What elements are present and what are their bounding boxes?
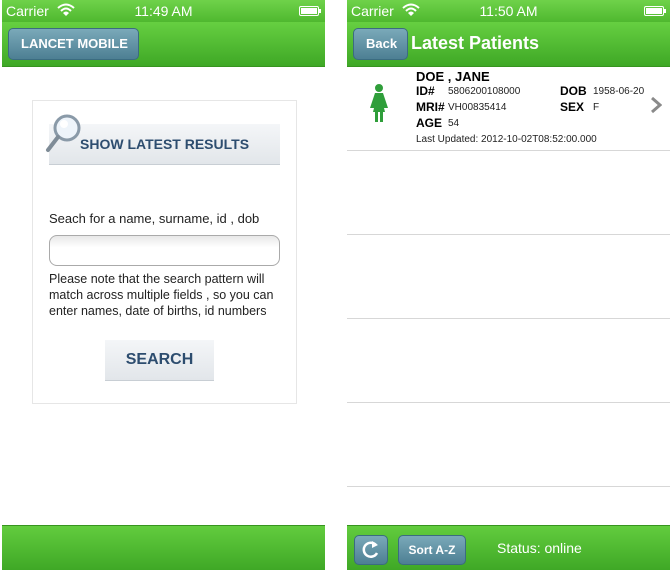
patient-row[interactable]: DOE , JANE ID# 5806200108000 DOB 1958-06…	[347, 66, 670, 151]
sex-value: F	[593, 102, 600, 113]
list-item	[347, 150, 670, 235]
chevron-right-icon	[651, 96, 662, 114]
clock-label: 11:50 AM	[479, 3, 538, 19]
search-screen: Carrier 11:49 AM LANCET MOBILE SHOW LATE…	[2, 0, 325, 570]
page-title: Latest Patients	[411, 33, 540, 53]
list-item	[347, 234, 670, 319]
battery-icon	[644, 6, 666, 16]
search-note: Please note that the search pattern will…	[49, 272, 274, 318]
refresh-button[interactable]	[354, 535, 388, 565]
mri-value: VH00835414	[448, 102, 507, 113]
show-latest-results-label: SHOW LATEST RESULTS	[80, 136, 250, 152]
list-item	[347, 402, 670, 487]
sex-label: SEX	[560, 100, 585, 114]
battery-icon	[299, 6, 321, 16]
show-latest-results-button[interactable]: SHOW LATEST RESULTS	[46, 114, 280, 165]
bottom-toolbar	[2, 525, 325, 570]
last-updated: Last Updated: 2012-10-02T08:52:00.000	[416, 134, 597, 145]
navigation-bar: Back Latest Patients	[347, 22, 670, 67]
back-button-label: LANCET MOBILE	[21, 36, 128, 51]
female-patient-icon	[370, 84, 388, 122]
status-bar: Carrier 11:50 AM	[347, 0, 670, 22]
connection-status: Status: online	[497, 540, 582, 556]
age-value: 54	[448, 118, 460, 129]
list-item	[347, 318, 670, 403]
patient-name: DOE , JANE	[416, 69, 490, 84]
navigation-bar: LANCET MOBILE	[2, 22, 325, 67]
clock-label: 11:49 AM	[134, 3, 193, 19]
search-prompt: Seach for a name, surname, id , dob	[49, 211, 260, 226]
bottom-toolbar: Sort A-Z Status: online	[347, 525, 670, 570]
id-value: 5806200108000	[448, 86, 521, 97]
id-label: ID#	[416, 84, 435, 98]
search-input[interactable]	[49, 235, 280, 266]
age-label: AGE	[416, 116, 443, 130]
refresh-icon	[362, 541, 379, 558]
mri-label: MRI#	[416, 100, 445, 114]
dob-label: DOB	[560, 84, 587, 98]
back-button-label: Back	[366, 36, 398, 51]
search-panel: SHOW LATEST RESULTS Seach for a name, su…	[32, 100, 297, 404]
latest-patients-screen: Carrier 11:50 AM Back Latest Patients DO…	[347, 0, 670, 570]
status-bar: Carrier 11:49 AM	[2, 0, 325, 22]
back-button[interactable]: LANCET MOBILE	[8, 28, 139, 60]
search-button[interactable]: SEARCH	[105, 340, 214, 381]
dob-value: 1958-06-20	[593, 86, 645, 97]
back-button[interactable]: Back	[353, 28, 409, 60]
sort-az-button[interactable]: Sort A-Z	[398, 535, 466, 565]
